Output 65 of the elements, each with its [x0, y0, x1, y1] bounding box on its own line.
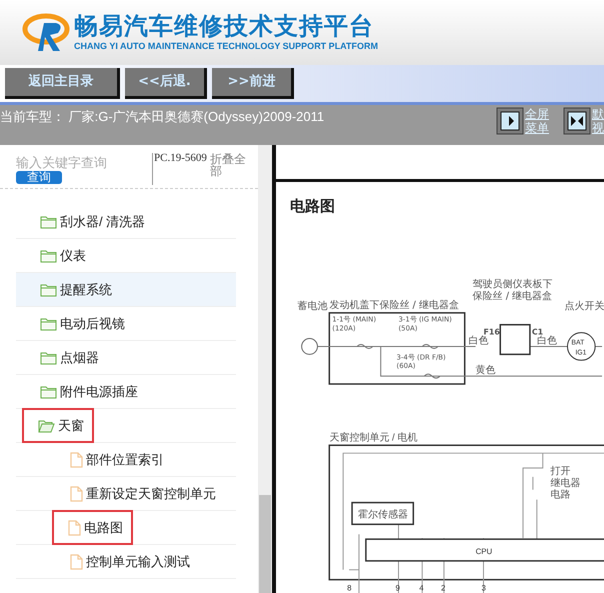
wire-color-label: 白色 — [468, 335, 489, 346]
relay-label: 继电器 — [550, 477, 581, 488]
search-button[interactable]: 查询 — [16, 171, 62, 184]
document-title: 电路图 — [289, 196, 336, 217]
tree-item[interactable]: 提醒系统 — [60, 280, 112, 300]
diagram-label: 保险丝 / 继电器盒 — [472, 290, 552, 302]
tree-item[interactable]: 刮水器/ 清洗器 — [60, 212, 146, 232]
fuse-label: 3-1号 (IG MAIN) (50A) — [398, 315, 452, 332]
current-model-text: 当前车型： 厂家:G-广汽本田奥德赛(Odyssey)2009-2011 — [0, 108, 324, 126]
pin-number: 4 — [419, 583, 424, 592]
tree-item[interactable]: 天窗 — [58, 416, 84, 436]
ignition-switch-symbol — [566, 332, 596, 360]
tree-item[interactable]: 电动后视镜 — [60, 314, 125, 334]
scrollbar-thumb[interactable] — [259, 495, 271, 593]
document-icon — [70, 452, 83, 468]
diagram-label: 蓄电池 — [298, 300, 328, 312]
diagram-label: 点火开关 — [564, 300, 604, 312]
pin-number: 9 — [396, 583, 400, 592]
wire-color-label: 白色 — [536, 335, 557, 346]
pin-number: 2 — [441, 583, 446, 592]
document-icon — [68, 520, 81, 536]
logo-icon — [22, 12, 72, 52]
tree-item[interactable]: 仪表 — [60, 246, 86, 266]
fuse-label: 1-1号 (MAIN) (120A) — [332, 315, 376, 332]
tree-item[interactable]: 电路图 — [84, 518, 123, 538]
document-icon — [70, 554, 83, 570]
folder-icon — [40, 350, 57, 364]
pin-number: 3 — [482, 583, 486, 592]
split-view-icon[interactable] — [563, 107, 591, 135]
diagram-label: F16 — [483, 327, 500, 336]
expand-panel-icon[interactable] — [496, 107, 524, 135]
nav-button[interactable]: <<后退. — [125, 68, 207, 99]
nav-button[interactable]: 返回主目录 — [5, 68, 120, 99]
battery-symbol — [301, 338, 318, 354]
search-field[interactable]: 输入关键字查询 — [16, 155, 146, 171]
fuse-label: 3-4号 (DR F/B) (60A) — [396, 352, 446, 370]
tree-item[interactable]: 点烟器 — [60, 348, 99, 368]
diagram-label: CPU — [476, 546, 492, 556]
folder-icon — [40, 384, 57, 398]
tree-item[interactable]: 重新设定天窗控制单元 — [86, 484, 216, 504]
nav-button[interactable]: >>前进 — [212, 68, 294, 99]
tree-item[interactable]: 控制单元输入测试 — [86, 552, 190, 572]
tree-item[interactable]: 附件电源插座 — [60, 382, 138, 402]
pin-number: 8 — [347, 583, 352, 592]
diagram-label: C1 — [532, 327, 544, 336]
site-title: 畅易汽车维修技术支持平台 — [74, 12, 375, 40]
relay-label: 打开 — [550, 465, 571, 476]
document-icon — [70, 486, 83, 502]
code-label: PC.19-5609 — [152, 153, 210, 185]
wire-color-label: 黄色 — [476, 364, 496, 376]
folder-icon — [40, 316, 57, 330]
site-subtitle: CHANG YI AUTO MAINTENANCE TECHNOLOGY SUPPORT PLATFORM — [74, 40, 378, 53]
collapse-all-link[interactable]: 折叠全部 — [210, 153, 250, 177]
fuse-relay-box-outline — [500, 323, 531, 355]
diagram-label: 发动机盖下保险丝 / 继电器盒 — [329, 299, 459, 310]
diagram-label: 驾驶员侧仪表板下 — [472, 278, 553, 290]
open-folder-icon — [38, 418, 55, 432]
tree-item[interactable]: 部件位置索引 — [86, 450, 164, 470]
folder-icon — [40, 282, 57, 296]
relay-label: 电路 — [550, 489, 571, 500]
diagram-label: 天窗控制单元 / 电机 — [329, 432, 418, 443]
hall-sensor-box — [351, 501, 414, 525]
diagram-label: 霍尔传感器 — [358, 508, 408, 520]
folder-icon — [40, 214, 57, 228]
folder-icon — [40, 248, 57, 262]
